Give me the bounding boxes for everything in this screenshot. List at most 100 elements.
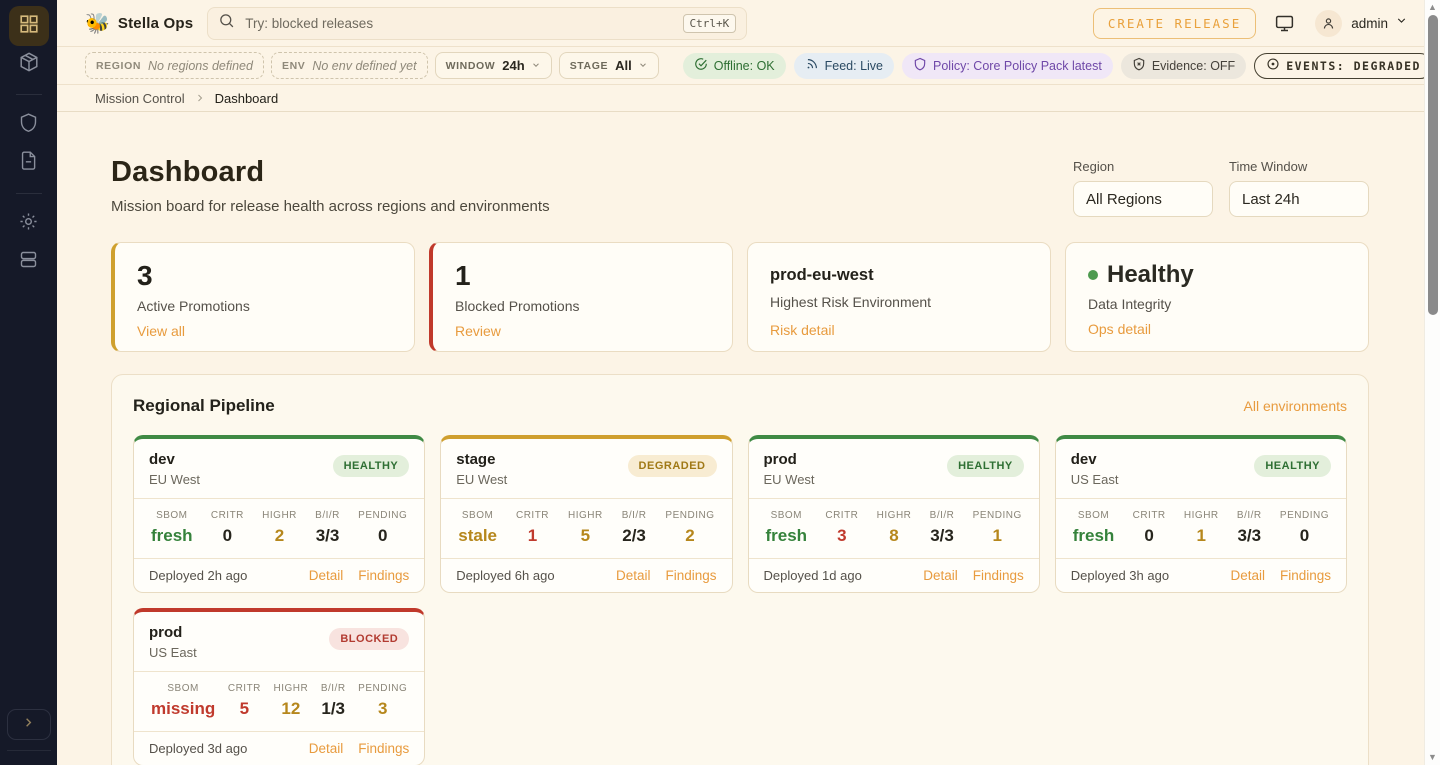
create-release-button[interactable]: CREATE RELEASE <box>1093 8 1256 39</box>
sidebar-expand-button[interactable] <box>7 709 51 740</box>
sbom-value: fresh <box>1073 526 1115 546</box>
brand-logo: 🐝 <box>85 11 110 36</box>
findings-link[interactable]: Findings <box>1280 568 1331 583</box>
env-filter[interactable]: ENV No env defined yet <box>271 52 428 79</box>
metric-label: SBOM <box>151 683 215 694</box>
feed-status-pill[interactable]: Feed: Live <box>794 53 894 79</box>
ops-detail-link[interactable]: Ops detail <box>1088 321 1151 337</box>
metric-label: B/I/R <box>930 510 955 521</box>
chevron-down-icon <box>1395 14 1408 32</box>
user-menu[interactable]: admin <box>1315 10 1408 37</box>
check-circle-icon <box>694 57 714 74</box>
metric-label: PENDING <box>973 510 1022 521</box>
status-label: Policy: Core Policy Pack latest <box>933 59 1102 73</box>
risk-detail-link[interactable]: Risk detail <box>770 322 835 338</box>
pipeline-card: dev EU West HEALTHY SBOMfresh CRITR0 HIG… <box>133 435 425 593</box>
scrollbar[interactable]: ▲ ▼ <box>1424 0 1440 765</box>
pipeline-card: prod US East BLOCKED SBOMmissing CRITR5 … <box>133 608 425 765</box>
scrollbar-track[interactable] <box>1425 15 1440 750</box>
page-subtitle: Mission board for release health across … <box>111 198 550 215</box>
all-environments-link[interactable]: All environments <box>1244 398 1348 414</box>
view-all-link[interactable]: View all <box>137 323 185 339</box>
pipeline-card: stage EU West DEGRADED SBOMstale CRITR1 … <box>440 435 732 593</box>
search-input[interactable]: Try: blocked releases Ctrl+K <box>207 7 747 40</box>
offline-status-pill[interactable]: Offline: OK <box>683 53 786 79</box>
region-name: US East <box>149 645 197 660</box>
sbom-value: fresh <box>151 526 193 546</box>
status-badge: HEALTHY <box>947 455 1024 477</box>
findings-link[interactable]: Findings <box>358 568 409 583</box>
breadcrumb-parent[interactable]: Mission Control <box>95 91 185 106</box>
main-content: Dashboard Mission board for release heal… <box>57 112 1424 765</box>
pipeline-grid: dev EU West HEALTHY SBOM fresh CRITR 0 HIG… <box>133 435 1347 765</box>
status-badge: DEGRADED <box>628 455 717 477</box>
stat-label: Active Promotions <box>137 298 392 314</box>
critr-value: 5 <box>228 699 261 719</box>
highest-risk-card: prod-eu-west Highest Risk Environment Ri… <box>747 242 1051 352</box>
region-filter-value: No regions defined <box>148 59 253 73</box>
findings-link[interactable]: Findings <box>665 568 716 583</box>
metric-label: SBOM <box>151 510 193 521</box>
region-select[interactable]: All Regions <box>1073 181 1213 217</box>
panel-title: Regional Pipeline <box>133 396 275 416</box>
scroll-down-arrow-icon[interactable]: ▼ <box>1428 750 1437 765</box>
time-window-select[interactable]: Last 24h <box>1229 181 1369 217</box>
window-filter-label: WINDOW <box>446 60 496 72</box>
sidebar-divider <box>7 750 51 751</box>
rss-icon <box>805 57 825 74</box>
findings-link[interactable]: Findings <box>358 741 409 756</box>
findings-link[interactable]: Findings <box>973 568 1024 583</box>
critr-value: 3 <box>825 526 858 546</box>
document-icon <box>18 150 39 176</box>
highr-value: 12 <box>274 699 309 719</box>
environment-name: prod <box>764 451 815 468</box>
window-filter[interactable]: WINDOW 24h <box>435 52 552 79</box>
metric-label: SBOM <box>458 510 497 521</box>
review-link[interactable]: Review <box>455 323 501 339</box>
detail-link[interactable]: Detail <box>309 568 344 583</box>
sidebar-item-releases[interactable] <box>9 44 49 84</box>
detail-link[interactable]: Detail <box>616 568 651 583</box>
chevron-right-icon <box>21 715 36 735</box>
sidebar-item-dashboard[interactable] <box>9 6 49 46</box>
detail-link[interactable]: Detail <box>309 741 344 756</box>
breadcrumb: Mission Control Dashboard <box>57 85 1424 112</box>
status-badge: HEALTHY <box>333 455 410 477</box>
data-integrity-card: Healthy Data Integrity Ops detail <box>1065 242 1369 352</box>
pipeline-card: prod EU West HEALTHY SBOMfresh CRITR3 HI… <box>748 435 1040 593</box>
scroll-up-arrow-icon[interactable]: ▲ <box>1428 0 1437 15</box>
sidebar-item-infrastructure[interactable] <box>9 242 49 282</box>
regional-pipeline-panel: Regional Pipeline All environments dev E… <box>111 374 1369 765</box>
metric-label: CRITR <box>825 510 858 521</box>
metric-label: CRITR <box>211 510 244 521</box>
metric-label: PENDING <box>358 510 407 521</box>
region-select-label: Region <box>1073 159 1213 174</box>
metric-label: SBOM <box>766 510 808 521</box>
evidence-status-pill[interactable]: Evidence: OFF <box>1121 53 1246 79</box>
scrollbar-thumb[interactable] <box>1428 15 1438 315</box>
chevron-down-icon <box>531 59 541 73</box>
region-name: EU West <box>149 472 200 487</box>
region-name: US East <box>1071 472 1119 487</box>
page-title: Dashboard <box>111 156 550 189</box>
sidebar-item-security[interactable] <box>9 105 49 145</box>
metric-label: CRITR <box>516 510 549 521</box>
grid-icon <box>18 13 40 40</box>
bir-value: 2/3 <box>622 526 647 546</box>
events-status-pill[interactable]: EVENTS: DEGRADED <box>1254 53 1433 79</box>
sidebar-item-settings[interactable] <box>9 204 49 244</box>
metric-label: CRITR <box>1133 510 1166 521</box>
environment-name: dev <box>149 451 200 468</box>
critr-value: 0 <box>1133 526 1166 546</box>
stage-filter[interactable]: STAGE All <box>559 52 659 79</box>
region-filter-label: REGION <box>96 60 141 72</box>
detail-link[interactable]: Detail <box>1230 568 1265 583</box>
monitor-icon[interactable] <box>1274 13 1295 34</box>
policy-status-pill[interactable]: Policy: Core Policy Pack latest <box>902 53 1113 79</box>
detail-link[interactable]: Detail <box>923 568 958 583</box>
sbom-value: stale <box>458 526 497 546</box>
metric-label: HIGHR <box>1184 510 1219 521</box>
sidebar <box>0 0 57 765</box>
sidebar-item-documents[interactable] <box>9 143 49 183</box>
region-filter[interactable]: REGION No regions defined <box>85 52 264 79</box>
